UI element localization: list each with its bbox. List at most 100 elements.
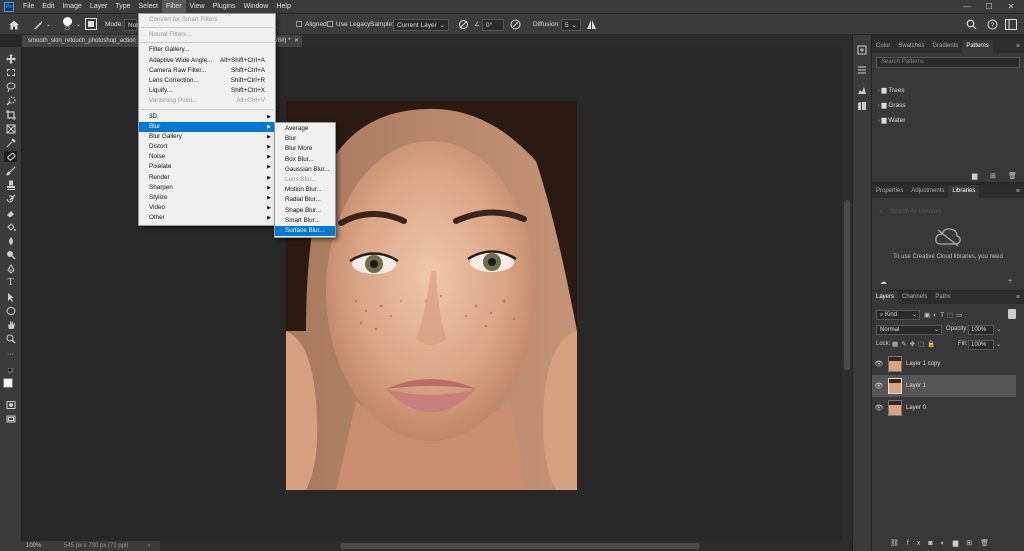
menu-item-camera-raw-filter[interactable]: Camera Raw Filter... Shift+Ctrl+A [139,66,275,76]
aligned-checkbox[interactable]: Aligned [296,19,327,31]
menu-item-render[interactable]: Render ▶ [139,173,275,183]
clone-source-icon[interactable] [85,18,97,31]
horizontal-scroll-thumb[interactable] [340,543,700,549]
tab-paths[interactable]: Paths [931,291,954,304]
minimize-icon[interactable]: — [956,0,978,13]
menu-select[interactable]: Select [135,0,162,13]
menu-item-lens-correction[interactable]: Lens Correction... Shift+Ctrl+R [139,76,275,86]
brush-preset-picker[interactable]: 23 [60,17,74,32]
tab-libraries[interactable]: Libraries [948,185,980,198]
frame-tool-icon[interactable] [4,123,17,134]
menu-item-blur-more[interactable]: Blur More [275,144,335,154]
visibility-eye-icon[interactable]: 👁 [872,360,886,368]
tab-gradients[interactable]: Gradients [928,40,962,53]
help-icon[interactable]: ? [987,19,998,31]
new-group-icon[interactable]: ▆ [972,172,977,180]
patterns-search-input[interactable]: Search Patterns [876,57,1020,68]
expand-arrow-icon[interactable]: › [878,103,880,109]
menu-item-adaptive-wide-angle[interactable]: Adaptive Wide Angle... Alt+Shift+Ctrl+A [139,56,275,66]
add-element-icon[interactable]: + [1008,278,1012,285]
libraries-search-input[interactable]: ⌕ Search All Libraries [876,206,1020,218]
fill-dropdown-icon[interactable]: ⌄ [996,341,1001,348]
angle-input[interactable]: 0° [482,19,504,31]
expand-arrow-icon[interactable]: › [878,118,880,124]
layer-row[interactable]: 👁 Layer 1 [872,375,1016,397]
screen-mode-icon[interactable] [4,413,17,424]
opacity-input[interactable]: 100% [968,325,994,335]
menu-item-noise[interactable]: Noise ▶ [139,152,275,162]
menu-item-liquify[interactable]: Liquify... Shift+Ctrl+X [139,86,275,96]
menu-edit[interactable]: Edit [38,0,58,13]
blend-mode-select[interactable]: Normal ⌄ [876,325,942,335]
expand-arrow-icon[interactable]: › [878,88,880,94]
layer-row[interactable]: 👁 Layer 0 [872,397,1016,419]
delete-pattern-icon[interactable]: 🗑 [1008,172,1017,180]
tab-close-icon[interactable]: ✕ [294,35,299,47]
home-icon[interactable] [8,19,20,31]
tab-swatches[interactable]: Swatches [894,40,928,53]
default-colors-icon[interactable] [4,365,17,376]
workspace-icon[interactable] [1005,19,1017,31]
zoom-level[interactable]: 100% [26,541,41,551]
more-tools-icon[interactable]: ··· [4,349,17,360]
menu-item-neural-filters[interactable]: Neural Filters... [139,30,275,40]
menu-item-other[interactable]: Other ▶ [139,213,275,223]
menu-item-blur-simple[interactable]: Blur [275,134,335,144]
clone-stamp-tool-icon[interactable] [4,179,17,190]
new-group-icon[interactable]: ▆ [953,540,966,547]
tab-color[interactable]: Color [872,40,894,53]
add-mask-icon[interactable]: ◙ [928,540,940,547]
menu-item-blur[interactable]: Blur ▶ [139,121,275,132]
menu-plugins[interactable]: Plugins [209,0,240,13]
ignore-adjustment-icon[interactable] [458,19,469,31]
lock-icons[interactable]: ▦✎✥⬚🔒 [892,340,938,348]
menu-filter[interactable]: Filter [161,0,186,13]
diffusion-select[interactable]: 5 ⌄ [561,19,581,31]
folder-water[interactable]: › ▆ Water [872,113,1024,128]
sample-select[interactable]: Current Layer ⌄ [393,19,449,31]
tab-layers[interactable]: Layers [872,291,899,304]
foreground-color-swatch[interactable] [3,378,13,388]
tab-channels[interactable]: Channels [898,291,931,304]
menu-window[interactable]: Window [240,0,273,13]
menu-item-filter-gallery[interactable]: Filter Gallery... [139,45,275,55]
healing-brush-tool-icon[interactable] [32,19,44,31]
use-legacy-checkbox[interactable]: Use Legacy [327,19,370,31]
menu-item-shape-blur[interactable]: Shape Blur... [275,206,335,216]
tab-adjustments[interactable]: Adjustments [907,185,948,198]
visibility-eye-icon[interactable]: 👁 [872,382,886,390]
delete-layer-icon[interactable]: 🗑 [980,540,997,547]
new-layer-icon[interactable]: ⊞ [966,540,980,547]
crop-tool-icon[interactable] [4,109,17,120]
lasso-tool-icon[interactable] [4,81,17,92]
dodge-tool-icon[interactable] [4,249,17,260]
layer-filter-icons[interactable]: ▣◐T⬚▭ [924,311,965,319]
eraser-tool-icon[interactable] [4,207,17,218]
menu-item-lens-blur[interactable]: Lens Blur... [275,175,335,185]
menu-item-video[interactable]: Video ▶ [139,203,275,213]
menu-item-stylize[interactable]: Stylize ▶ [139,193,275,203]
menu-item-radial-blur[interactable]: Radial Blur... [275,195,335,205]
menu-item-motion-blur[interactable]: Motion Blur... [275,185,335,195]
brush-tool-icon[interactable] [4,165,17,176]
menu-item-blur-gallery[interactable]: Blur Gallery ▶ [139,132,275,142]
ellipse-tool-icon[interactable] [4,305,17,316]
layer-row[interactable]: 👁 Layer 1 copy [872,353,1016,375]
filter-toggle-icon[interactable] [1008,309,1016,319]
vertical-scroll-thumb[interactable] [844,200,850,370]
menu-item-surface-blur[interactable]: Surface Blur... [275,225,335,237]
path-selection-tool-icon[interactable] [4,291,17,302]
type-tool-icon[interactable]: T [4,277,17,288]
new-pattern-icon[interactable]: ⊞ [990,172,996,180]
menu-item-distort[interactable]: Distort ▶ [139,142,275,152]
panel-menu-icon[interactable]: ≡ [1016,40,1024,53]
adjustment-layer-icon[interactable]: ◐ [941,540,953,547]
symmetry-icon[interactable] [586,19,597,31]
pen-tool-icon[interactable] [4,263,17,274]
marquee-tool-icon[interactable] [4,67,17,78]
mode-select[interactable]: Nor [124,19,138,31]
menu-item-average[interactable]: Average [275,124,335,134]
paint-bucket-tool-icon[interactable] [4,221,17,232]
panel-menu-icon[interactable]: ≡ [1016,291,1024,304]
history-icon[interactable] [857,45,867,57]
